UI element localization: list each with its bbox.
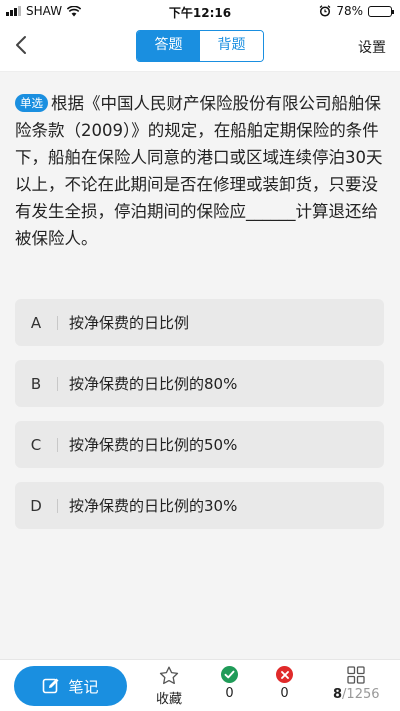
option-letter: B: [30, 374, 42, 393]
option-c[interactable]: C 按净保费的日比例的50%: [15, 421, 384, 468]
option-text: 按净保费的日比例的80%: [69, 375, 238, 393]
star-icon: [159, 666, 179, 685]
total-questions: /1256: [342, 687, 380, 702]
option-a[interactable]: A 按净保费的日比例: [15, 299, 384, 346]
question-type-badge: 单选: [15, 94, 48, 112]
edit-icon: [43, 678, 59, 694]
option-letter: C: [30, 435, 42, 454]
check-circle-icon: [221, 666, 238, 683]
settings-button[interactable]: 设置: [358, 37, 386, 57]
option-letter: A: [30, 313, 42, 332]
note-button[interactable]: 笔记: [14, 666, 127, 706]
wrong-count-value: 0: [280, 686, 289, 701]
tab-memorize[interactable]: 背题: [200, 31, 263, 61]
note-label: 笔记: [68, 677, 99, 696]
current-question-number: 8: [333, 687, 343, 702]
mode-switch: 答题 背题: [136, 30, 264, 62]
status-bar: SHAW 下午12:16 78%: [0, 0, 400, 22]
favorite-button[interactable]: 收藏: [156, 666, 182, 707]
option-d[interactable]: D 按净保费的日比例的30%: [15, 482, 384, 529]
wrong-count[interactable]: 0: [276, 666, 293, 701]
x-circle-icon: [276, 666, 293, 683]
question-text: 根据《中国人民财产保险股份有限公司船舶保险条款（2009）》的规定，在船舶定期保…: [15, 94, 383, 248]
option-text: 按净保费的日比例的30%: [69, 497, 238, 515]
alarm-icon: [319, 5, 331, 17]
back-arrow-icon[interactable]: [10, 33, 34, 57]
option-text: 按净保费的日比例: [69, 314, 190, 332]
option-divider: [57, 376, 58, 391]
correct-count-value: 0: [225, 686, 234, 701]
status-right: 78%: [319, 4, 394, 18]
nav-bar: 答题 背题 设置: [0, 22, 400, 72]
grid-icon: [347, 666, 365, 684]
option-divider: [57, 315, 58, 330]
favorite-label: 收藏: [156, 692, 183, 707]
correct-count[interactable]: 0: [221, 666, 238, 701]
progress-counter: 8/1256: [333, 687, 380, 702]
option-text: 按净保费的日比例的50%: [69, 436, 238, 454]
option-divider: [57, 498, 58, 513]
question-block: 单选 根据《中国人民财产保险股份有限公司船舶保险条款（2009）》的规定，在船舶定…: [15, 90, 387, 252]
option-b[interactable]: B 按净保费的日比例的80%: [15, 360, 384, 407]
option-letter: D: [30, 496, 42, 515]
battery-icon: [368, 5, 394, 17]
bottom-bar: 笔记 收藏 0 0 8/1256: [0, 659, 400, 711]
battery-percent: 78%: [336, 4, 363, 18]
tab-answer[interactable]: 答题: [137, 31, 200, 61]
option-divider: [57, 437, 58, 452]
question-progress[interactable]: 8/1256: [333, 666, 380, 702]
